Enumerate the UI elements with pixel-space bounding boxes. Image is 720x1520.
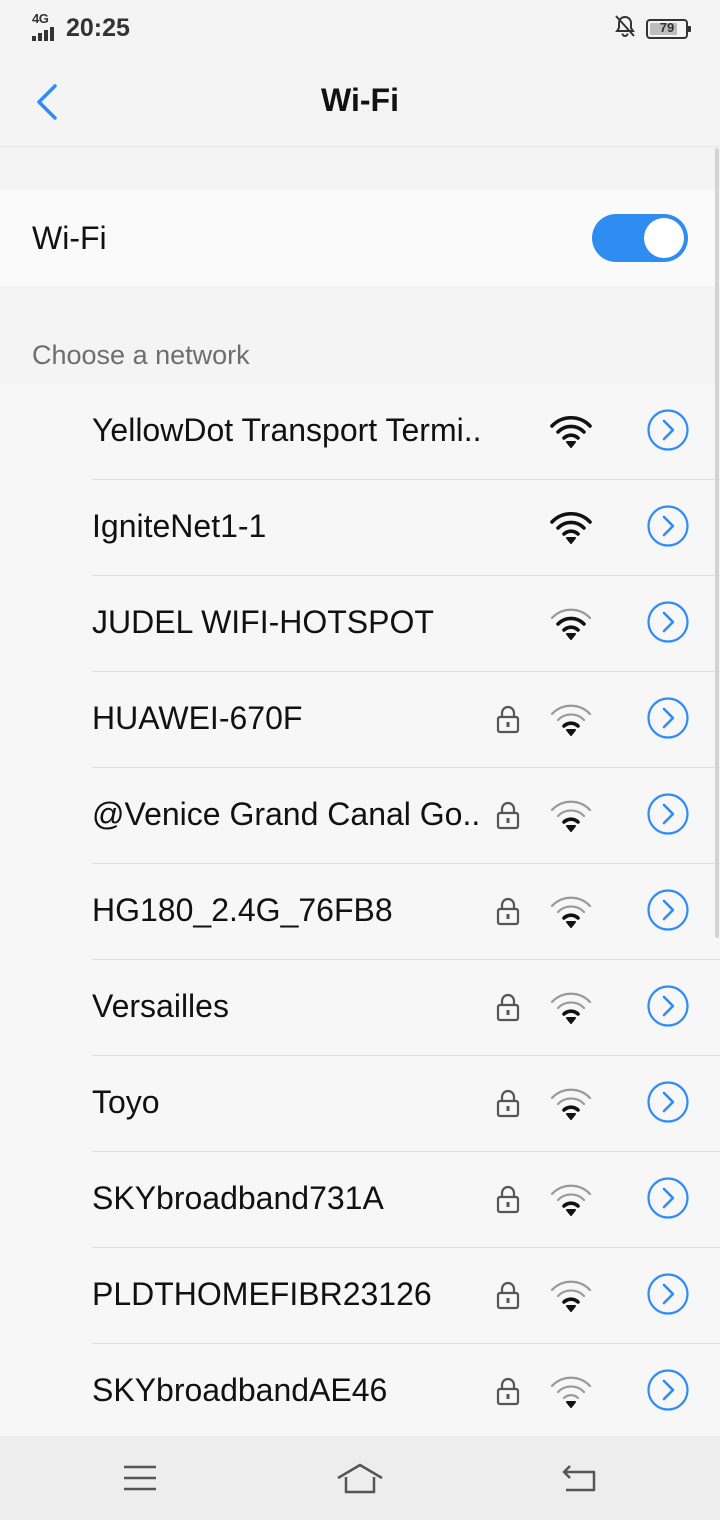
- network-name: PLDTHOMEFIBR23126: [92, 1276, 432, 1312]
- wifi-signal-icon: [548, 1278, 594, 1312]
- network-row[interactable]: Toyo: [0, 1056, 720, 1152]
- network-details-button[interactable]: [646, 1272, 690, 1316]
- network-name: JUDEL WIFI-HOTSPOT: [92, 604, 434, 640]
- wifi-signal-icon: [548, 990, 594, 1024]
- network-details-button[interactable]: [646, 504, 690, 548]
- bell-muted-icon: [614, 14, 636, 43]
- status-bar: 4G 20:25 79: [0, 0, 720, 56]
- chevron-right-circle-icon: [647, 409, 689, 451]
- chevron-right-circle-icon: [647, 1369, 689, 1411]
- wifi-signal-icon: [548, 510, 594, 544]
- network-row[interactable]: IgniteNet1-1: [0, 480, 720, 576]
- wifi-signal-icon: [548, 1182, 594, 1216]
- lock-icon: [495, 896, 521, 926]
- network-details-button[interactable]: [646, 888, 690, 932]
- network-details-button[interactable]: [646, 1080, 690, 1124]
- lock-icon: [495, 1280, 521, 1310]
- back-nav-button[interactable]: [552, 1452, 608, 1504]
- menu-icon: [124, 1465, 156, 1491]
- network-type: 4G: [32, 11, 49, 26]
- lock-icon: [495, 1088, 521, 1118]
- network-row[interactable]: HUAWEI-670F: [0, 672, 720, 768]
- network-name: Versailles: [92, 988, 229, 1024]
- toggle-knob: [644, 218, 684, 258]
- network-details-button[interactable]: [646, 1176, 690, 1220]
- wifi-signal-icon: [548, 1086, 594, 1120]
- wifi-toggle-switch[interactable]: [592, 214, 688, 262]
- home-icon: [337, 1463, 383, 1494]
- menu-button[interactable]: [112, 1452, 168, 1504]
- clock: 20:25: [66, 13, 130, 42]
- network-row[interactable]: @Venice Grand Canal Go..: [0, 768, 720, 864]
- lock-icon: [495, 800, 521, 830]
- network-name: HUAWEI-670F: [92, 700, 303, 736]
- chevron-right-circle-icon: [647, 793, 689, 835]
- wifi-signal-icon: [548, 1374, 594, 1408]
- lock-icon: [495, 992, 521, 1022]
- wifi-signal-icon: [548, 894, 594, 928]
- network-name: IgniteNet1-1: [92, 508, 267, 544]
- wifi-signal-icon: [548, 606, 594, 640]
- network-row[interactable]: SKYbroadbandAE46: [0, 1344, 720, 1436]
- wifi-signal-icon: [548, 414, 594, 448]
- network-details-button[interactable]: [646, 600, 690, 644]
- chevron-right-circle-icon: [647, 985, 689, 1027]
- network-row[interactable]: PLDTHOMEFIBR23126: [0, 1248, 720, 1344]
- chevron-right-circle-icon: [647, 889, 689, 931]
- lock-icon: [495, 1376, 521, 1406]
- status-right: 79: [614, 14, 691, 43]
- network-name: Toyo: [92, 1084, 160, 1120]
- network-name: SKYbroadbandAE46: [92, 1372, 388, 1408]
- chevron-right-circle-icon: [647, 601, 689, 643]
- network-row[interactable]: SKYbroadband731A: [0, 1152, 720, 1248]
- network-details-button[interactable]: [646, 984, 690, 1028]
- network-details-button[interactable]: [646, 1368, 690, 1412]
- battery-level: 79: [659, 19, 675, 35]
- home-button[interactable]: [332, 1452, 388, 1504]
- network-row[interactable]: HG180_2.4G_76FB8: [0, 864, 720, 960]
- signal-icon: 4G: [32, 11, 62, 43]
- network-row[interactable]: YellowDot Transport Termi..: [0, 384, 720, 480]
- network-row[interactable]: JUDEL WIFI-HOTSPOT: [0, 576, 720, 672]
- network-name: YellowDot Transport Termi..: [92, 412, 482, 448]
- network-details-button[interactable]: [646, 696, 690, 740]
- network-name: SKYbroadband731A: [92, 1180, 384, 1216]
- network-name: @Venice Grand Canal Go..: [92, 796, 481, 832]
- navigation-bar: [0, 1436, 720, 1520]
- network-row[interactable]: Versailles: [0, 960, 720, 1056]
- network-name: HG180_2.4G_76FB8: [92, 892, 393, 928]
- chevron-right-circle-icon: [647, 505, 689, 547]
- lock-icon: [495, 704, 521, 734]
- back-icon: [562, 1465, 596, 1492]
- chevron-right-circle-icon: [647, 1273, 689, 1315]
- lock-icon: [495, 1184, 521, 1214]
- scrollbar[interactable]: [715, 148, 719, 938]
- chevron-right-circle-icon: [647, 697, 689, 739]
- section-label: Choose a network: [32, 340, 250, 370]
- wifi-toggle-label: Wi-Fi: [32, 220, 107, 256]
- wifi-signal-icon: [548, 702, 594, 736]
- network-details-button[interactable]: [646, 408, 690, 452]
- page-title: Wi-Fi: [321, 82, 399, 118]
- chevron-right-circle-icon: [647, 1081, 689, 1123]
- battery-icon: 79: [646, 18, 691, 39]
- network-list: YellowDot Transport Termi.. IgniteNet1-1 J…: [0, 384, 720, 1436]
- chevron-right-circle-icon: [647, 1177, 689, 1219]
- wifi-signal-icon: [548, 798, 594, 832]
- app-header: Wi-Fi: [0, 56, 720, 147]
- status-left: 4G 20:25: [32, 10, 130, 46]
- network-details-button[interactable]: [646, 792, 690, 836]
